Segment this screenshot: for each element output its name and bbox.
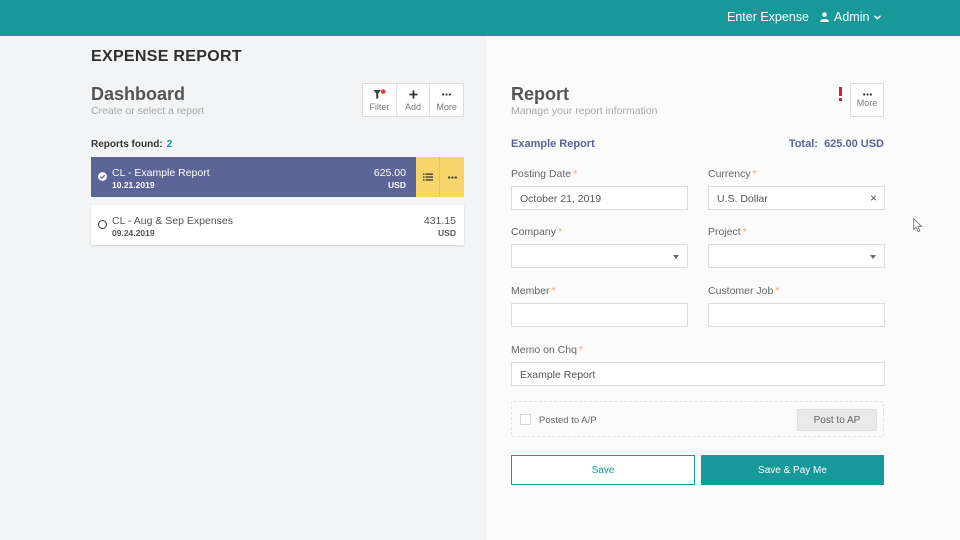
filter-label: Filter (369, 102, 390, 112)
exclamation-icon (839, 87, 842, 101)
user-icon (820, 12, 829, 22)
currency-label: Currency * (708, 168, 757, 180)
required-mark: * (578, 344, 584, 356)
company-select[interactable] (511, 244, 688, 268)
customer-job-field[interactable] (708, 303, 885, 327)
company-label: Company * (511, 226, 562, 238)
reports-found: Reports found: 2 (91, 139, 172, 150)
more-label: More (856, 97, 878, 108)
chevron-down-icon (673, 255, 679, 259)
member-label: Member * (511, 285, 556, 297)
posting-date-label: Posting Date * (511, 168, 577, 180)
list-icon (422, 173, 433, 181)
report-title: Report (511, 84, 569, 104)
ellipsis-icon (442, 92, 452, 96)
app-title: EXPENSE REPORT (91, 48, 242, 65)
required-mark: * (551, 285, 556, 297)
post-to-ap-row: Posted to A/P Post to AP (511, 401, 884, 437)
report-name-heading: Example Report (511, 138, 595, 150)
mouse-cursor-icon (913, 218, 923, 233)
more-label: More (436, 102, 457, 112)
close-icon[interactable]: × (870, 191, 877, 205)
total-label: Total: (788, 138, 818, 150)
dashboard-subtitle: Create or select a report (91, 105, 205, 117)
posting-date-label-text: Posting Date (511, 168, 572, 180)
chevron-down-icon (870, 255, 876, 259)
admin-label: Admin (834, 10, 870, 24)
admin-menu[interactable]: Admin (820, 10, 882, 24)
currency-label-text: Currency (708, 168, 751, 180)
member-label-text: Member (511, 285, 550, 297)
report-name: CL - Example Report (112, 167, 210, 179)
more-button[interactable]: More (430, 84, 463, 116)
required-mark: * (752, 168, 757, 180)
enter-expense-link[interactable]: Enter Expense (727, 10, 809, 24)
report-currency: USD (388, 180, 406, 190)
top-bar: Enter Expense Admin (0, 0, 960, 36)
report-name: CL - Aug & Sep Expenses (112, 215, 234, 227)
check-circle-icon (98, 172, 107, 181)
reports-found-label: Reports found: (91, 139, 163, 150)
radio-button[interactable] (98, 220, 107, 229)
ellipsis-icon (447, 175, 457, 179)
project-label-text: Project (708, 226, 741, 238)
ellipsis-icon (862, 92, 872, 96)
filter-button[interactable]: Filter (363, 84, 397, 116)
posting-date-field[interactable]: October 21, 2019 (511, 186, 688, 210)
report-card[interactable]: CL - Aug & Sep Expenses 09.24.2019 431.1… (91, 205, 464, 245)
project-label: Project * (708, 226, 747, 238)
post-to-ap-button[interactable]: Post to AP (797, 409, 877, 431)
currency-select[interactable]: U.S. Dollar × (708, 186, 885, 210)
report-date: 10.21.2019 (112, 180, 155, 190)
memo-label-text: Memo on Chq (511, 344, 577, 356)
filter-icon (373, 88, 386, 99)
dashboard-title: Dashboard (91, 84, 186, 104)
report-date: 09.24.2019 (112, 228, 155, 238)
memo-value: Example Report (520, 369, 596, 381)
required-mark: * (775, 285, 780, 297)
project-select[interactable] (708, 244, 885, 268)
required-mark: * (742, 226, 747, 238)
save-and-pay-button[interactable]: Save & Pay Me (701, 455, 884, 485)
customer-job-label: Customer Job * (708, 285, 779, 297)
report-more-button[interactable] (440, 157, 464, 197)
report-more-button[interactable]: More (850, 83, 884, 117)
memo-label: Memo on Chq * (511, 344, 583, 356)
report-total: Total: 625.00 USD (789, 138, 884, 150)
dashboard-toolbar: Filter Add More (362, 83, 464, 117)
report-subtitle: Manage your report information (511, 105, 658, 117)
currency-value: U.S. Dollar (717, 193, 768, 205)
add-label: Add (405, 102, 422, 112)
posting-date-value: October 21, 2019 (520, 193, 602, 205)
posted-label: Posted to A/P (539, 415, 597, 426)
required-mark: * (557, 226, 563, 238)
report-amount: 625.00 (373, 167, 406, 179)
report-details-button[interactable] (416, 157, 440, 197)
posted-checkbox[interactable] (520, 414, 531, 425)
company-label-text: Company (511, 226, 556, 238)
customer-job-label-text: Customer Job (708, 285, 774, 297)
required-mark: * (573, 168, 578, 180)
add-report-button[interactable]: Add (397, 84, 431, 116)
member-field[interactable] (511, 303, 688, 327)
report-currency: USD (438, 228, 456, 238)
save-button[interactable]: Save (511, 455, 695, 485)
plus-icon (409, 90, 417, 98)
chevron-down-icon (874, 14, 882, 20)
report-amount: 431.15 (423, 215, 456, 227)
memo-field[interactable]: Example Report (511, 362, 885, 386)
total-value: 625.00 USD (824, 138, 884, 150)
reports-found-count: 2 (166, 139, 173, 150)
report-card-selected[interactable]: CL - Example Report 10.21.2019 625.00 US… (91, 157, 464, 197)
